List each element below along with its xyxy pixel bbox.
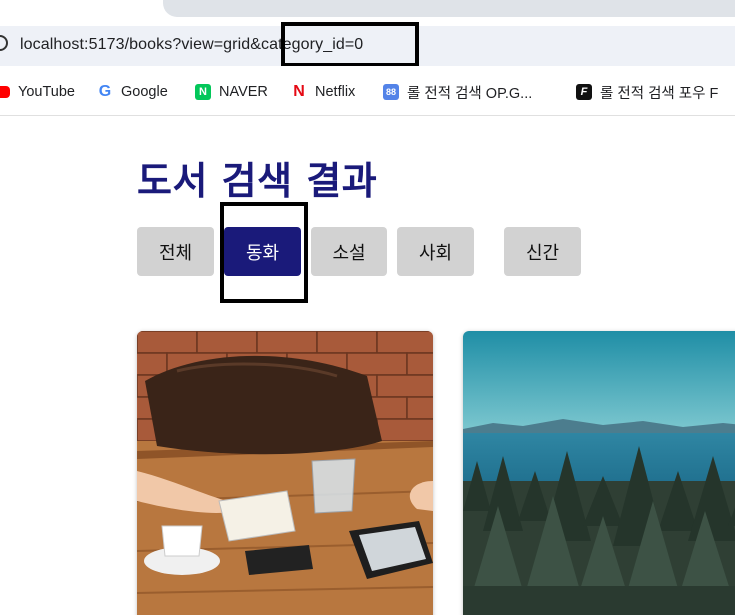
youtube-icon — [0, 86, 10, 98]
bookmark-netflix[interactable]: N Netflix — [291, 82, 355, 102]
bookmark-opgg[interactable]: 88 롤 전적 검색 OP.G... — [383, 82, 532, 102]
bookmarks-bar: YouTube G Google N NAVER N Netflix 88 롤 … — [0, 66, 735, 116]
bookmark-youtube[interactable]: YouTube — [0, 82, 75, 102]
category-highlight-box — [220, 202, 308, 303]
naver-icon: N — [195, 84, 211, 100]
category-button-novel[interactable]: 소설 — [311, 227, 387, 276]
bookmark-google[interactable]: G Google — [97, 82, 168, 102]
book-card[interactable] — [137, 331, 433, 615]
url-highlight-box — [281, 22, 419, 67]
browser-tab[interactable] — [163, 0, 735, 17]
book-cover-image — [463, 331, 735, 615]
bookmark-label: YouTube — [18, 84, 75, 100]
site-info-icon[interactable] — [0, 35, 8, 51]
netflix-icon: N — [293, 83, 305, 100]
book-card[interactable] — [463, 331, 735, 615]
bookmark-fow[interactable]: F 롤 전적 검색 포우 F — [576, 82, 718, 102]
bookmark-naver[interactable]: N NAVER — [195, 82, 268, 102]
bookmark-label: 롤 전적 검색 OP.G... — [407, 85, 533, 102]
opgg-icon: 88 — [383, 84, 399, 100]
bookmark-label: 롤 전적 검색 포우 F — [600, 85, 719, 102]
page-title: 도서 검색 결과 — [137, 159, 378, 203]
fow-icon: F — [576, 84, 592, 100]
book-cover-image — [137, 331, 433, 615]
category-button-all[interactable]: 전체 — [137, 227, 214, 276]
address-bar[interactable]: localhost:5173/books?view=grid&category_… — [0, 22, 735, 67]
google-icon: G — [98, 83, 112, 100]
bookmark-label: Netflix — [315, 84, 356, 100]
bookmark-label: Google — [121, 84, 168, 100]
category-button-new[interactable]: 신간 — [504, 227, 581, 276]
category-button-society[interactable]: 사회 — [397, 227, 474, 276]
bookmark-label: NAVER — [219, 84, 268, 100]
